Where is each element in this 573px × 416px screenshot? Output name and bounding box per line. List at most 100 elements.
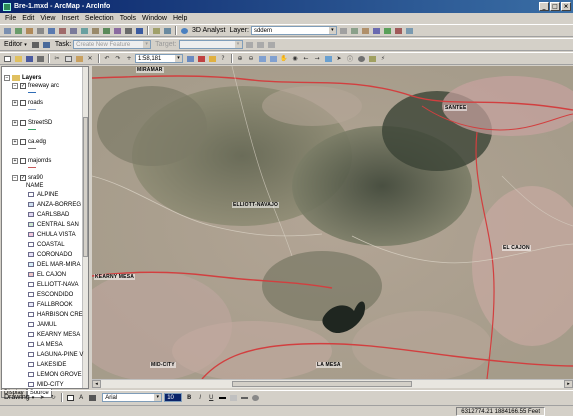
- zoom-in-icon[interactable]: ⊕: [235, 54, 245, 63]
- task-select[interactable]: Create New Feature ▾: [73, 40, 152, 49]
- map-view[interactable]: MIRAMAR SANTEE ELLIOTT-NAVAJO EL CAJON K…: [92, 66, 573, 379]
- chevron-down-icon[interactable]: ▾: [24, 42, 27, 48]
- tool-k-icon[interactable]: [112, 26, 122, 35]
- select-elements-icon[interactable]: ➤: [37, 393, 47, 402]
- font-size-select[interactable]: 10: [164, 393, 183, 402]
- forward-extent-icon[interactable]: →: [312, 54, 322, 63]
- toc-layer-row[interactable]: + majorrds: [12, 156, 51, 165]
- menu-help[interactable]: Help: [170, 15, 190, 22]
- drawing-menu[interactable]: Drawing: [4, 394, 30, 401]
- tool-q-icon[interactable]: [350, 26, 360, 35]
- menu-edit[interactable]: Edit: [19, 15, 37, 22]
- toc-layer-row[interactable]: + StreetSD: [12, 118, 52, 127]
- tool-a-icon[interactable]: [2, 26, 12, 35]
- collapse-icon[interactable]: −: [4, 74, 10, 81]
- tool-i-icon[interactable]: [90, 26, 100, 35]
- rotate-icon[interactable]: ↻: [48, 393, 58, 402]
- close-button[interactable]: ×: [561, 2, 571, 11]
- layer-visibility-checkbox[interactable]: ✓: [20, 82, 26, 89]
- identify-icon[interactable]: ⓘ: [345, 54, 355, 63]
- underline-button[interactable]: U: [206, 393, 216, 402]
- layer-visibility-checkbox[interactable]: ✓: [20, 174, 26, 181]
- cut-icon[interactable]: ✂: [52, 54, 62, 63]
- save-icon[interactable]: [24, 54, 34, 63]
- menu-tools[interactable]: Tools: [117, 15, 139, 22]
- expand-icon[interactable]: −: [12, 82, 18, 89]
- tool-h-icon[interactable]: [79, 26, 89, 35]
- new-document-icon[interactable]: [2, 54, 12, 63]
- maximize-button[interactable]: □: [550, 2, 560, 11]
- layer-visibility-checkbox[interactable]: [20, 157, 26, 164]
- edit-tool-icon[interactable]: [31, 40, 41, 49]
- text-tool-icon[interactable]: A: [76, 393, 86, 402]
- menu-file[interactable]: File: [2, 15, 19, 22]
- toc-layer-row[interactable]: − ✓ freeway arc: [12, 81, 59, 90]
- zoom-out-icon[interactable]: ⊖: [246, 54, 256, 63]
- fill-color-icon[interactable]: [228, 393, 238, 402]
- analyst-label[interactable]: 3D Analyst: [192, 27, 225, 34]
- rectangle-icon[interactable]: [65, 393, 75, 402]
- fixed-zoom-in-icon[interactable]: [257, 54, 267, 63]
- toc-scrollbar-thumb[interactable]: [83, 117, 88, 257]
- print-icon[interactable]: [35, 54, 45, 63]
- tool-m-icon[interactable]: [134, 26, 144, 35]
- toc-layer-row[interactable]: + ca.edg: [12, 137, 46, 146]
- italic-button[interactable]: I: [195, 393, 205, 402]
- layer-visibility-checkbox[interactable]: [20, 99, 26, 106]
- paste-icon[interactable]: [74, 54, 84, 63]
- font-select[interactable]: Arial ▾: [102, 393, 163, 402]
- target-select[interactable]: ▾: [178, 40, 243, 49]
- delete-icon[interactable]: ✕: [85, 54, 95, 63]
- tool-v-icon[interactable]: [405, 26, 415, 35]
- layer-visibility-checkbox[interactable]: [20, 119, 26, 126]
- editor-label[interactable]: Editor: [4, 41, 22, 48]
- find-icon[interactable]: [356, 54, 366, 63]
- undo-icon[interactable]: ↶: [102, 54, 112, 63]
- marker-color-icon[interactable]: [250, 393, 260, 402]
- fixed-zoom-out-icon[interactable]: [268, 54, 278, 63]
- scroll-right-icon[interactable]: ▸: [564, 380, 573, 388]
- pan-icon[interactable]: ✋: [279, 54, 289, 63]
- tool-s-icon[interactable]: [372, 26, 382, 35]
- back-extent-icon[interactable]: ←: [301, 54, 311, 63]
- map-scrollbar-thumb[interactable]: [232, 381, 412, 387]
- tool-n-icon[interactable]: [151, 26, 161, 35]
- tool-u-icon[interactable]: [394, 26, 404, 35]
- tool-r-icon[interactable]: [361, 26, 371, 35]
- edit-vertices-icon[interactable]: [87, 393, 97, 402]
- rotate-tool-icon[interactable]: [256, 40, 266, 49]
- select-features-icon[interactable]: [323, 54, 333, 63]
- toc-layer-row[interactable]: + roads: [12, 98, 43, 107]
- font-color-icon[interactable]: [217, 393, 227, 402]
- expand-icon[interactable]: −: [12, 174, 18, 181]
- tool-f-icon[interactable]: [57, 26, 67, 35]
- tool-o-icon[interactable]: [162, 26, 172, 35]
- tool-t-icon[interactable]: [383, 26, 393, 35]
- chevron-down-icon[interactable]: ▾: [32, 395, 35, 401]
- tool-j-icon[interactable]: [101, 26, 111, 35]
- expand-icon[interactable]: +: [12, 119, 18, 126]
- full-extent-icon[interactable]: ◉: [290, 54, 300, 63]
- menu-view[interactable]: View: [37, 15, 58, 22]
- tool-l-icon[interactable]: [123, 26, 133, 35]
- add-data-icon[interactable]: +: [124, 54, 134, 63]
- expand-icon[interactable]: +: [12, 99, 18, 106]
- open-folder-icon[interactable]: [13, 54, 23, 63]
- tool-c-icon[interactable]: [24, 26, 34, 35]
- arccatalog-icon[interactable]: [207, 54, 217, 63]
- split-tool-icon[interactable]: [245, 40, 255, 49]
- measure-icon[interactable]: [367, 54, 377, 63]
- expand-icon[interactable]: +: [12, 157, 18, 164]
- tool-p-icon[interactable]: [339, 26, 349, 35]
- tool-e-icon[interactable]: [46, 26, 56, 35]
- sketch-tool-icon[interactable]: [42, 40, 52, 49]
- menu-selection[interactable]: Selection: [82, 15, 117, 22]
- copy-icon[interactable]: [63, 54, 73, 63]
- tool-g-icon[interactable]: [68, 26, 78, 35]
- tool-b-icon[interactable]: [13, 26, 23, 35]
- toc-scrollbar[interactable]: [82, 67, 88, 388]
- attributes-icon[interactable]: [267, 40, 277, 49]
- editor-toolbar-icon[interactable]: [185, 54, 195, 63]
- help-icon[interactable]: ?: [218, 54, 228, 63]
- tool-d-icon[interactable]: [35, 26, 45, 35]
